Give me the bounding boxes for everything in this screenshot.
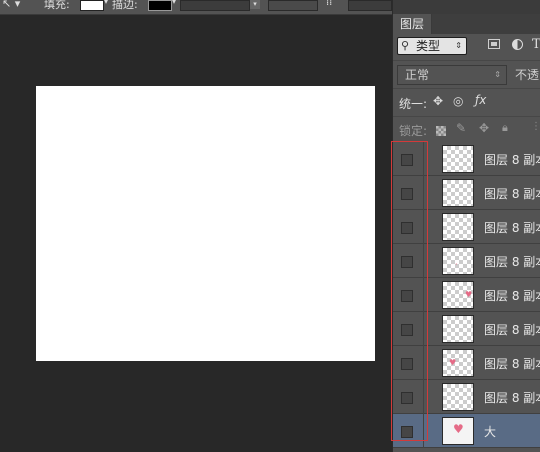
layer-thumbnail	[442, 213, 474, 241]
visibility-toggle[interactable]	[401, 154, 413, 166]
blend-mode-select[interactable]: 正常 ⇕	[397, 65, 507, 85]
shape-tool-icon[interactable]: ↖ ▾	[2, 0, 20, 10]
layer-row[interactable]: 图层 8 副本	[393, 176, 540, 210]
blend-mode-label: 正常	[405, 68, 430, 82]
tab-layers[interactable]: 图层	[393, 14, 432, 34]
path-align-icon[interactable]: ⁞⁞	[326, 0, 332, 8]
layer-row-selected[interactable]: ♥ 大	[393, 414, 540, 448]
layer-thumbnail: ♥	[442, 281, 474, 309]
shape-width-field[interactable]	[348, 0, 392, 11]
search-icon: ⚲	[401, 39, 410, 52]
lock-transparent-pixels-icon[interactable]	[436, 126, 446, 136]
lock-position-move-icon[interactable]: ✥	[479, 121, 489, 135]
column-divider	[423, 176, 424, 210]
layer-name[interactable]: 图层 8 副本	[484, 389, 540, 406]
column-divider	[423, 346, 424, 380]
type-layer-filter-icon[interactable]: T	[532, 37, 540, 52]
layer-name[interactable]: 图层 8 副本	[484, 355, 540, 372]
layer-row[interactable]: · 图层 8 副本	[393, 244, 540, 278]
panel-header-bar	[393, 0, 540, 14]
layer-thumbnail	[442, 145, 474, 173]
visibility-toggle[interactable]	[401, 324, 413, 336]
layer-row[interactable]: 图层 8 副本	[393, 312, 540, 346]
column-divider	[423, 380, 424, 414]
lock-label: 锁定:	[399, 124, 428, 138]
layer-name[interactable]: 图层 8 副本	[484, 219, 540, 236]
fill-dropdown-icon[interactable]: ▾	[104, 0, 108, 6]
column-divider	[423, 414, 424, 448]
unify-style-icon[interactable]: ƒx	[475, 93, 486, 107]
layer-name[interactable]: 图层 8 副本	[484, 185, 540, 202]
layer-thumbnail: ♥	[442, 349, 474, 377]
blend-row: 正常 ⇕ 不透	[393, 60, 540, 87]
lock-image-pixels-brush-icon[interactable]: ✎	[456, 121, 466, 135]
lock-all-icon[interactable]: 🔒︎	[502, 121, 508, 135]
opacity-label: 不透	[515, 68, 540, 82]
stroke-color-swatch[interactable]	[148, 0, 172, 11]
visibility-toggle[interactable]	[401, 392, 413, 404]
layer-thumbnail	[442, 383, 474, 411]
updown-arrow-icon: ⇕	[494, 70, 501, 79]
visibility-toggle[interactable]	[401, 358, 413, 370]
visibility-toggle[interactable]	[401, 188, 413, 200]
column-divider	[423, 210, 424, 244]
layer-filter-row: ⚲ 类型 ⇕ T	[393, 34, 540, 58]
layer-thumbnail: ·	[442, 247, 474, 275]
unify-position-icon[interactable]: ✥	[433, 94, 443, 108]
lock-more-icon: ⋮	[531, 121, 540, 132]
layers-list: 图层 8 副本 图层 8 副本 图层 8 副本 · 图层 8 副本 ♥ 图层 8…	[393, 142, 540, 452]
document-canvas[interactable]	[36, 86, 375, 361]
filter-kind-label: 类型	[416, 39, 441, 53]
stroke-dropdown-icon[interactable]: ▾	[172, 0, 176, 6]
lock-row: 锁定: ✎ ✥ 🔒︎ ⋮	[393, 116, 540, 143]
fill-color-swatch[interactable]	[80, 0, 104, 11]
visibility-toggle[interactable]	[401, 222, 413, 234]
fill-label: 填充:	[44, 0, 70, 11]
layer-name[interactable]: 大	[484, 423, 496, 440]
stroke-type-select[interactable]	[268, 0, 318, 11]
layer-name[interactable]: 图层 8 副本	[484, 321, 540, 338]
layer-name[interactable]: 图层 8 副本	[484, 253, 540, 270]
layer-thumbnail: ♥	[442, 417, 474, 445]
unify-label: 统一:	[399, 97, 428, 111]
column-divider	[423, 142, 424, 176]
stroke-label: 描边:	[112, 0, 138, 11]
layer-row[interactable]: 图层 8 副本	[393, 142, 540, 176]
visibility-toggle[interactable]	[401, 290, 413, 302]
updown-arrow-icon: ⇕	[455, 41, 462, 50]
tab-strip	[432, 14, 540, 34]
unify-row: 统一: ✥ ◎ ƒx	[393, 88, 540, 115]
layer-name[interactable]: 图层 8 副本	[484, 287, 540, 304]
pixel-layer-filter-icon[interactable]	[488, 39, 500, 49]
stroke-width-field[interactable]	[180, 0, 250, 11]
layer-row[interactable]: 图层 8 副本	[393, 210, 540, 244]
layer-thumbnail	[442, 315, 474, 343]
heart-mark: ♥	[465, 290, 473, 299]
visibility-toggle[interactable]	[401, 426, 413, 438]
layer-thumbnail	[442, 179, 474, 207]
layers-panel: 图层 ⚲ 类型 ⇕ T 正常 ⇕ 不透 统一: ✥ ◎ ƒx 锁定: ✎ ✥ 🔒…	[392, 0, 540, 452]
filter-kind-select[interactable]: ⚲ 类型 ⇕	[397, 37, 467, 55]
heart-mark: ♥	[449, 358, 457, 367]
heart-mark: ♥	[453, 422, 464, 436]
layer-row[interactable]: ♥ 图层 8 副本	[393, 278, 540, 312]
column-divider	[423, 278, 424, 312]
heart-mark: ·	[455, 260, 458, 269]
layer-row[interactable]: 图层 8 副本	[393, 380, 540, 414]
column-divider	[423, 244, 424, 278]
visibility-toggle[interactable]	[401, 256, 413, 268]
column-divider	[423, 312, 424, 346]
stroke-width-dropdown-icon[interactable]: ▾	[250, 0, 260, 9]
layer-name[interactable]: 图层 8 副本	[484, 151, 540, 168]
unify-visibility-icon[interactable]: ◎	[453, 94, 463, 108]
adjustment-layer-filter-icon[interactable]	[512, 39, 523, 50]
layer-row[interactable]: ♥ 图层 8 副本	[393, 346, 540, 380]
